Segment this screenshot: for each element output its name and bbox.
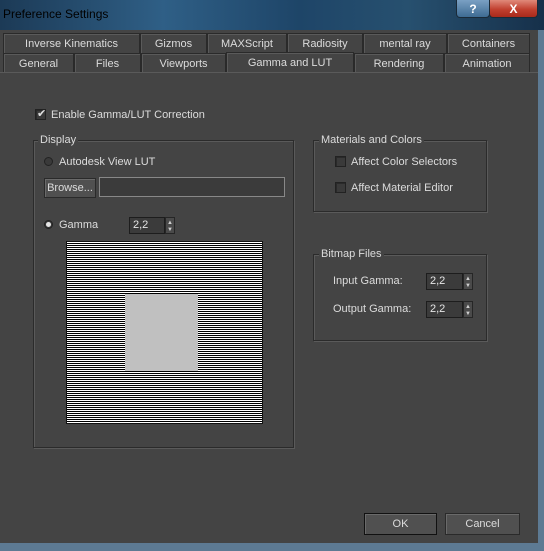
arrow-down-icon[interactable]: ▼ xyxy=(167,227,173,233)
close-button[interactable]: X xyxy=(489,0,538,18)
materials-colors-group xyxy=(313,140,487,212)
tab-gamma-and-lut[interactable]: Gamma and LUT xyxy=(226,52,354,73)
arrow-up-icon[interactable]: ▲ xyxy=(167,220,173,226)
affect-material-editor-checkbox[interactable] xyxy=(335,182,346,193)
title-bar: Preference Settings ? X xyxy=(0,0,544,30)
check-icon: ✔ xyxy=(37,108,47,120)
gamma-label: Gamma xyxy=(59,219,99,231)
window-frame-bottom xyxy=(0,543,544,551)
window-frame-right xyxy=(538,30,544,551)
bitmap-files-legend: Bitmap Files xyxy=(319,248,384,260)
tab-radiosity[interactable]: Radiosity xyxy=(287,33,363,53)
materials-colors-legend: Materials and Colors xyxy=(319,134,424,146)
tab-viewports[interactable]: Viewports xyxy=(141,53,226,73)
input-gamma-value[interactable]: 2,2 xyxy=(426,273,463,290)
help-button[interactable]: ? xyxy=(456,0,490,18)
output-gamma-spinner[interactable]: 2,2 ▲ ▼ xyxy=(426,301,474,318)
input-gamma-spinner[interactable]: 2,2 ▲ ▼ xyxy=(426,273,474,290)
bitmap-files-group xyxy=(313,254,487,341)
lut-path-field[interactable] xyxy=(99,177,285,197)
gamma-spinner[interactable]: 2,2 ▲ ▼ xyxy=(129,217,177,234)
arrow-down-icon[interactable]: ▼ xyxy=(465,311,471,317)
enable-gamma-label: Enable Gamma/LUT Correction xyxy=(51,109,205,121)
help-icon: ? xyxy=(469,1,477,16)
tab-maxscript[interactable]: MAXScript xyxy=(207,33,287,53)
affect-color-selectors-label: Affect Color Selectors xyxy=(351,156,458,168)
arrow-down-icon[interactable]: ▼ xyxy=(465,283,471,289)
window-title: Preference Settings xyxy=(3,7,109,21)
autodesk-lut-label: Autodesk View LUT xyxy=(59,156,156,168)
affect-color-selectors-checkbox[interactable] xyxy=(335,156,346,167)
enable-gamma-checkbox[interactable]: ✔ xyxy=(35,108,47,120)
display-legend: Display xyxy=(38,134,79,146)
browse-button[interactable]: Browse... xyxy=(44,178,96,198)
tab-divider xyxy=(0,72,538,73)
tab-animation[interactable]: Animation xyxy=(444,53,530,73)
close-icon: X xyxy=(509,1,518,16)
gamma-spinner-arrows[interactable]: ▲ ▼ xyxy=(165,217,175,234)
tab-gizmos[interactable]: Gizmos xyxy=(140,33,207,53)
output-gamma-value[interactable]: 2,2 xyxy=(426,301,463,318)
output-gamma-label: Output Gamma: xyxy=(333,303,412,315)
tab-rendering[interactable]: Rendering xyxy=(354,53,444,73)
gamma-preview xyxy=(66,241,263,424)
tab-inverse-kinematics[interactable]: Inverse Kinematics xyxy=(3,33,140,53)
tab-containers[interactable]: Containers xyxy=(447,33,530,53)
cancel-button[interactable]: Cancel xyxy=(445,513,520,535)
input-gamma-spinner-arrows[interactable]: ▲ ▼ xyxy=(463,273,473,290)
input-gamma-label: Input Gamma: xyxy=(333,275,403,287)
gamma-value[interactable]: 2,2 xyxy=(129,217,165,234)
tab-general[interactable]: General xyxy=(3,53,74,73)
gamma-preview-square xyxy=(125,294,198,371)
gamma-radio[interactable] xyxy=(44,220,53,229)
ok-button[interactable]: OK xyxy=(364,513,437,535)
arrow-up-icon[interactable]: ▲ xyxy=(465,276,471,282)
affect-material-editor-label: Affect Material Editor xyxy=(351,182,453,194)
output-gamma-spinner-arrows[interactable]: ▲ ▼ xyxy=(463,301,473,318)
tab-files[interactable]: Files xyxy=(74,53,141,73)
tab-mental-ray[interactable]: mental ray xyxy=(363,33,447,53)
autodesk-lut-radio[interactable] xyxy=(44,157,53,166)
arrow-up-icon[interactable]: ▲ xyxy=(465,304,471,310)
